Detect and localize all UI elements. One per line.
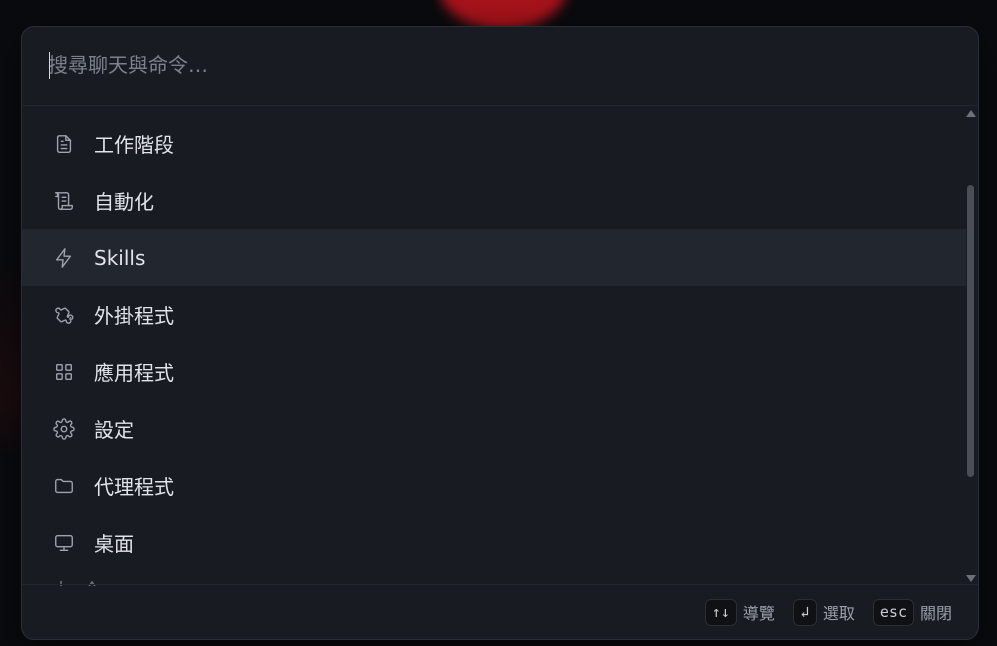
navigate-hint: ↑↓ 導覽 <box>704 598 775 626</box>
search-row <box>22 27 978 106</box>
menu-item-settings[interactable]: 設定 <box>22 400 966 457</box>
command-palette: 工作階段 自動化 Skills 外掛程式 <box>21 26 979 640</box>
menu-item-plugins[interactable]: 外掛程式 <box>22 286 966 343</box>
close-hint: esc 關閉 <box>872 598 952 626</box>
menu-item-label: 應用程式 <box>94 361 174 385</box>
menu-item-label: 設定 <box>94 418 134 442</box>
scroll-down-arrow-icon[interactable] <box>966 575 976 582</box>
select-label: 選取 <box>822 604 855 623</box>
keyboard-hints-footer: ↑↓ 導覽 ↲ 選取 esc 關閉 <box>22 584 978 639</box>
folder-icon <box>52 474 76 498</box>
menu-item-label: 工作階段 <box>94 133 174 157</box>
select-hint: ↲ 選取 <box>792 598 855 626</box>
results-list-area[interactable]: 工作階段 自動化 Skills 外掛程式 應用程式 設定 代理程式 桌面 <box>22 106 978 586</box>
gear-icon <box>52 417 76 441</box>
menu-item-label: 自動化 <box>94 190 154 214</box>
menu-item-agents[interactable]: 代理程式 <box>22 457 966 514</box>
scroll-icon <box>52 189 76 213</box>
navigate-key: ↑↓ <box>704 598 737 626</box>
file-text-icon <box>52 132 76 156</box>
search-input[interactable] <box>48 53 928 77</box>
close-label: 關閉 <box>919 604 952 623</box>
monitor-icon <box>52 531 76 555</box>
close-key: esc <box>872 598 914 626</box>
menu-item-sessions[interactable]: 工作階段 <box>22 115 966 172</box>
menu-item-desktop[interactable]: 桌面 <box>22 514 966 571</box>
menu-item-label: 代理程式 <box>94 475 174 499</box>
grid-icon <box>52 360 76 384</box>
scrollbar-thumb[interactable] <box>967 185 974 477</box>
menu-item-label: 外掛程式 <box>94 304 174 328</box>
text-caret <box>49 52 50 79</box>
menu-item-apps[interactable]: 應用程式 <box>22 343 966 400</box>
lightning-icon <box>52 246 76 270</box>
puzzle-icon <box>52 303 76 327</box>
menu-item-automation[interactable]: 自動化 <box>22 172 966 229</box>
menu-item-label: 桌面 <box>94 532 134 556</box>
menu-item-skills[interactable]: Skills <box>22 229 966 286</box>
select-key: ↲ <box>792 598 817 626</box>
menu-item-label: Skills <box>94 245 146 270</box>
scroll-up-arrow-icon[interactable] <box>966 110 976 117</box>
results-list: 工作階段 自動化 Skills 外掛程式 應用程式 設定 代理程式 桌面 <box>22 115 966 571</box>
scrollbar[interactable] <box>964 106 978 586</box>
navigate-label: 導覽 <box>742 604 775 623</box>
background-dimmed-content <box>0 260 22 460</box>
